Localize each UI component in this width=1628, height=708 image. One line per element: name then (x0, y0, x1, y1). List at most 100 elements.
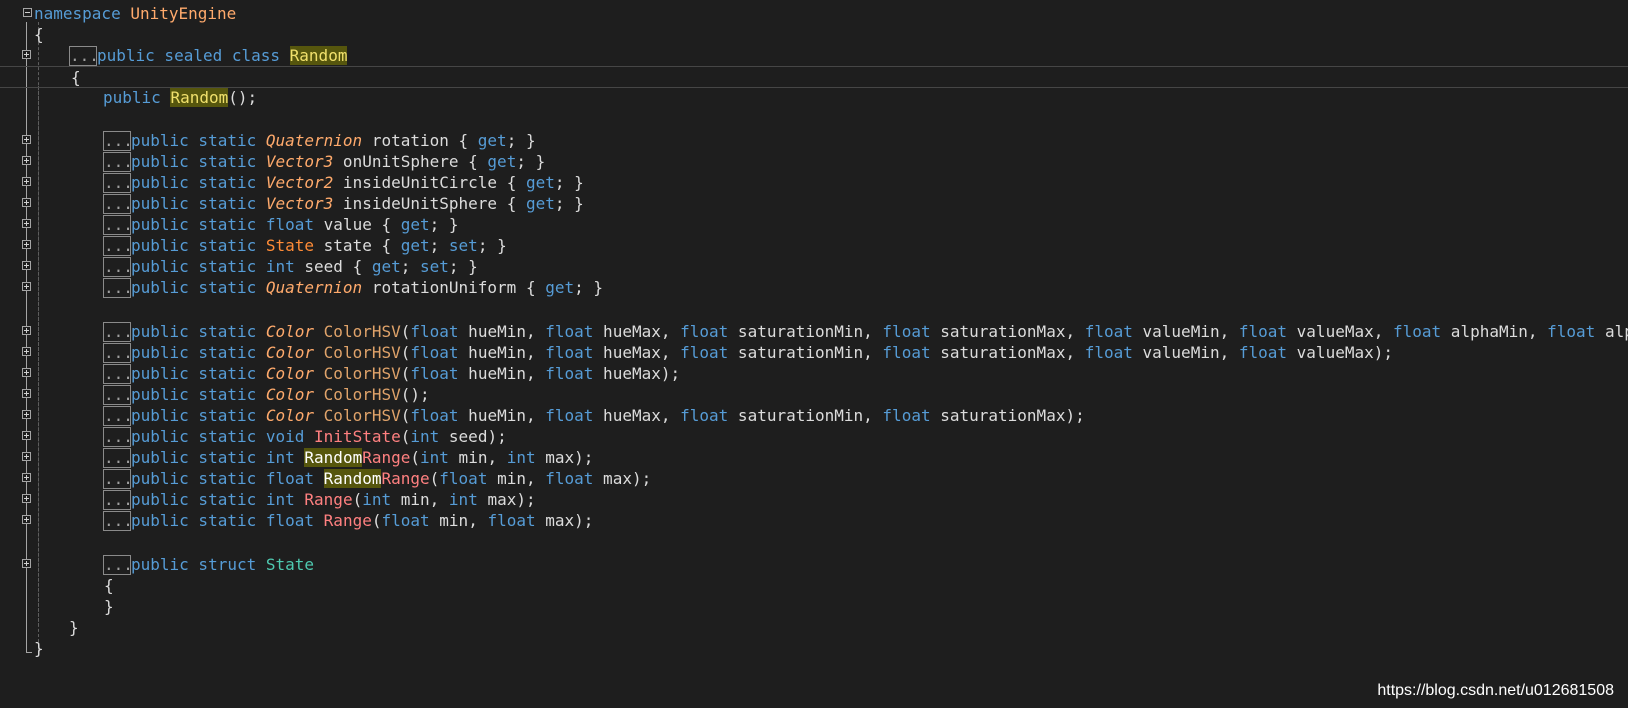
collapsed-region[interactable]: ... (103, 448, 133, 468)
property-modifiers: public static (131, 278, 266, 297)
expand-icon[interactable] (22, 431, 31, 440)
property-rest: insideUnitCircle { get; } (333, 173, 584, 192)
expand-icon[interactable] (22, 282, 31, 291)
code-line: ...public sealed class Random (0, 45, 1628, 67)
ctor-modifier: public (103, 88, 171, 107)
expand-icon[interactable] (22, 219, 31, 228)
collapsed-region[interactable]: ... (103, 173, 133, 193)
expand-icon[interactable] (22, 156, 31, 165)
collapsed-region[interactable]: ... (103, 131, 133, 151)
property-type: Vector3 (265, 194, 334, 213)
method-return-type: float (265, 469, 315, 488)
expand-icon[interactable] (22, 50, 31, 59)
expand-icon[interactable] (22, 326, 31, 335)
property-type: Vector2 (265, 173, 334, 192)
method-name: InitState (314, 427, 401, 446)
collapsed-region[interactable]: ... (103, 194, 133, 214)
expand-icon[interactable] (22, 240, 31, 249)
method-modifiers: public static (131, 343, 266, 362)
method-line: ...public static int RandomRange(int min… (0, 447, 1628, 469)
property-type: int (265, 257, 295, 276)
property-type: Quaternion (265, 131, 363, 150)
method-name: Range (304, 490, 353, 509)
collapse-icon[interactable] (23, 8, 32, 17)
method-params: (float hueMin, float hueMax, float satur… (400, 322, 1628, 341)
method-return-type: Color (265, 322, 315, 341)
method-modifiers: public static (131, 469, 266, 488)
method-params: (int min, int max); (410, 448, 594, 467)
expand-icon[interactable] (22, 177, 31, 186)
brace: { (34, 25, 44, 44)
ctor-rest: (); (228, 88, 258, 107)
property-rest: rotation { get; } (362, 131, 536, 150)
property-modifiers: public static (131, 215, 266, 234)
collapsed-region[interactable]: ... (103, 278, 133, 298)
expand-icon[interactable] (22, 410, 31, 419)
property-modifiers: public static (131, 131, 266, 150)
collapsed-region[interactable]: ... (103, 427, 133, 447)
collapsed-region[interactable]: ... (103, 152, 133, 172)
collapsed-region[interactable]: ... (103, 385, 133, 405)
method-return-type: Color (265, 406, 315, 425)
property-rest: onUnitSphere { get; } (333, 152, 546, 171)
property-type: State (265, 236, 315, 255)
expand-icon[interactable] (22, 452, 31, 461)
brace: { (104, 576, 114, 595)
expand-icon[interactable] (22, 389, 31, 398)
method-params: (float hueMin, float hueMax); (400, 364, 681, 383)
method-params: (int seed); (400, 427, 507, 446)
expand-icon[interactable] (22, 559, 31, 568)
collapsed-region[interactable]: ... (103, 555, 133, 575)
collapsed-region[interactable]: ... (103, 236, 133, 256)
expand-icon[interactable] (22, 347, 31, 356)
property-modifiers: public static (131, 152, 266, 171)
collapsed-region[interactable]: ... (103, 343, 133, 363)
method-return-type: Color (265, 385, 315, 404)
collapsed-region[interactable]: ... (103, 490, 133, 510)
expand-icon[interactable] (22, 135, 31, 144)
collapsed-region[interactable]: ... (103, 322, 133, 342)
method-name: ColorHSV (323, 385, 401, 404)
watermark: https://blog.csdn.net/u012681508 (1377, 682, 1614, 699)
expand-icon[interactable] (22, 261, 31, 270)
collapsed-region[interactable]: ... (103, 406, 133, 426)
code-line: { (0, 24, 1628, 46)
method-modifiers: public static (131, 364, 266, 383)
expand-icon[interactable] (22, 494, 31, 503)
expand-icon[interactable] (22, 198, 31, 207)
collapsed-region[interactable]: ... (103, 215, 133, 235)
method-line: ...public static Color ColorHSV(float hu… (0, 321, 1628, 343)
property-line: ...public static Vector3 onUnitSphere { … (0, 151, 1628, 173)
ctor-name: Random (170, 88, 229, 107)
property-line: ...public static Vector2 insideUnitCircl… (0, 172, 1628, 194)
property-modifiers: public static (131, 173, 266, 192)
collapsed-region[interactable]: ... (103, 364, 133, 384)
property-line: ...public static float value { get; } (0, 214, 1628, 236)
method-return-type: float (265, 511, 315, 530)
method-return-type: int (265, 490, 295, 509)
collapsed-region[interactable]: ... (103, 511, 133, 531)
code-editor[interactable]: namespace UnityEngine { ...public sealed… (0, 0, 1628, 708)
method-modifiers: public static (131, 406, 266, 425)
code-line: namespace UnityEngine (0, 3, 1628, 25)
expand-icon[interactable] (22, 515, 31, 524)
collapsed-region[interactable]: ... (69, 46, 99, 66)
method-line: ...public static Color ColorHSV(float hu… (0, 405, 1628, 427)
brace: } (69, 618, 79, 637)
method-name: ColorHSV (323, 343, 401, 362)
property-rest: rotationUniform { get; } (362, 278, 604, 297)
expand-icon[interactable] (22, 473, 31, 482)
code-line: } (0, 638, 1628, 660)
property-rest: insideUnitSphere { get; } (333, 194, 584, 213)
property-type: Quaternion (265, 278, 363, 297)
method-line: ...public static Color ColorHSV(float hu… (0, 363, 1628, 385)
brace: { (71, 68, 81, 87)
collapsed-region[interactable]: ... (103, 469, 133, 489)
method-modifiers: public static (131, 427, 266, 446)
property-modifiers: public static (131, 257, 266, 276)
code-line: ...public struct State (0, 554, 1628, 576)
property-type: float (265, 215, 315, 234)
collapsed-region[interactable]: ... (103, 257, 133, 277)
property-rest: seed { get; set; } (294, 257, 478, 276)
expand-icon[interactable] (22, 368, 31, 377)
